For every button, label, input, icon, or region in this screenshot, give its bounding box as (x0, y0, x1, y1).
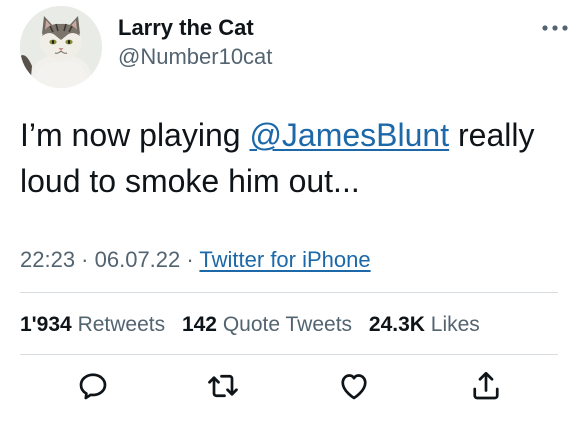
tweet-time[interactable]: 22:23 (20, 247, 75, 272)
retweet-icon (208, 374, 238, 398)
quote-tweets-stat[interactable]: 142 Quote Tweets (182, 313, 352, 336)
tweet-meta: 22:23 · 06.07.22 · Twitter for iPhone (20, 246, 371, 274)
like-button[interactable] (336, 368, 372, 404)
author-handle[interactable]: @Number10cat (118, 42, 272, 72)
retweets-count: 1'934 (20, 313, 72, 336)
retweets-stat[interactable]: 1'934 Retweets (20, 313, 165, 336)
author-display-name[interactable]: Larry the Cat (118, 14, 272, 42)
meta-separator: · (180, 247, 200, 272)
action-bar (0, 368, 582, 408)
share-icon (473, 371, 499, 400)
more-icon[interactable] (538, 18, 572, 38)
like-icon (341, 374, 367, 400)
engagement-stats: 1'934 Retweets 142 Quote Tweets 24.3K Li… (20, 311, 491, 339)
share-button[interactable] (468, 368, 504, 404)
likes-count: 24.3K (368, 313, 425, 336)
tweet-text-before: I’m now playing (20, 117, 250, 153)
mention-link[interactable]: @JamesBlunt (249, 117, 449, 153)
cat-avatar-icon (20, 6, 102, 88)
divider (20, 354, 558, 355)
meta-separator: · (75, 247, 95, 272)
tweet-date[interactable]: 06.07.22 (95, 247, 181, 272)
retweet-button[interactable] (205, 368, 241, 404)
reply-icon (79, 373, 107, 400)
source-link[interactable]: Twitter for iPhone (199, 247, 370, 272)
divider (20, 292, 558, 293)
likes-stat[interactable]: 24.3K Likes (369, 313, 480, 336)
quote-tweets-label: Quote Tweets (222, 313, 353, 336)
tweet-text: I’m now playing @JamesBlunt really loud … (20, 112, 568, 204)
retweets-label: Retweets (77, 313, 166, 336)
quote-tweets-count: 142 (181, 313, 217, 336)
reply-button[interactable] (75, 368, 111, 404)
likes-label: Likes (430, 313, 480, 336)
tweet-card: Larry the Cat @Number10cat I’m now playi… (0, 0, 582, 434)
avatar[interactable] (20, 6, 102, 88)
author-block: Larry the Cat @Number10cat (118, 14, 272, 72)
